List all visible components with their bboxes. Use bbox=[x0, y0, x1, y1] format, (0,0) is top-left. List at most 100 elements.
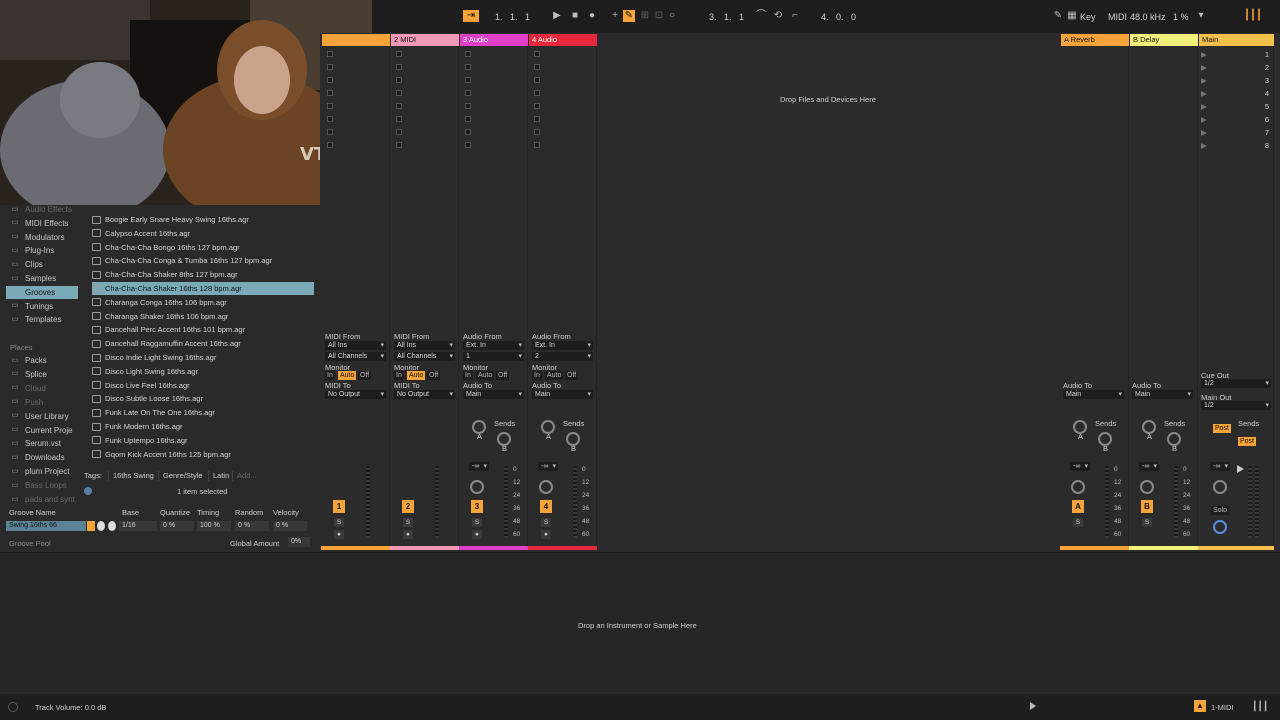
solo-button[interactable]: S bbox=[403, 518, 413, 527]
follow-icon[interactable]: ⇥ bbox=[463, 10, 479, 22]
browser-place-9[interactable]: ▭ Bass Loops bbox=[10, 479, 67, 492]
return-activator-A[interactable]: A bbox=[1072, 500, 1084, 513]
browser-category-0[interactable]: ▭ Audio Effects bbox=[10, 203, 72, 216]
browser-place-10[interactable]: ▭ pads and synt bbox=[10, 493, 75, 506]
clip-stop-button[interactable] bbox=[465, 142, 471, 148]
clip-stop-button[interactable] bbox=[327, 103, 333, 109]
track-activator-2[interactable]: 2 bbox=[402, 500, 414, 513]
scene-4[interactable]: ▶ 4 bbox=[1201, 89, 1269, 98]
clip-stop-button[interactable] bbox=[327, 64, 333, 70]
tag-2[interactable]: Latin bbox=[208, 471, 233, 481]
monitor-in[interactable]: In bbox=[532, 371, 542, 380]
clip-stop-button[interactable] bbox=[396, 90, 402, 96]
clip-stop-button[interactable] bbox=[396, 129, 402, 135]
scene-2[interactable]: ▶ 2 bbox=[1201, 63, 1269, 72]
return-header-B[interactable]: B Delay bbox=[1130, 34, 1198, 46]
punch-out-icon[interactable]: ⌐ bbox=[789, 10, 801, 22]
tag-0[interactable]: 16ths Swing bbox=[108, 471, 158, 481]
solo-button[interactable]: S bbox=[1073, 518, 1083, 527]
browser-place-0[interactable]: ▭ Packs bbox=[10, 354, 47, 367]
track-activator-1[interactable]: 1 bbox=[333, 500, 345, 513]
browser-file-item[interactable]: Boogie Early Snare Heavy Swing 16ths.agr bbox=[92, 213, 314, 226]
browser-place-8[interactable]: ▭ plum Project bbox=[10, 465, 70, 478]
return-header-A[interactable]: A Reverb bbox=[1061, 34, 1129, 46]
output-select[interactable]: No Output bbox=[394, 390, 455, 399]
play-icon[interactable] bbox=[1030, 702, 1036, 710]
scene-launch-icon[interactable]: ▶ bbox=[1201, 141, 1207, 150]
metronome-icon[interactable]: ○ bbox=[666, 10, 678, 22]
monitor-auto[interactable]: Auto bbox=[545, 371, 564, 380]
browser-file-item[interactable]: Disco Live Feel 16ths.agr bbox=[92, 379, 314, 392]
clip-stop-button[interactable] bbox=[465, 51, 471, 57]
clip-stop-button[interactable] bbox=[534, 142, 540, 148]
clip-stop-button[interactable] bbox=[327, 77, 333, 83]
clip-stop-button[interactable] bbox=[327, 51, 333, 57]
track-header-3[interactable]: 3 Audio bbox=[460, 34, 528, 46]
browser-place-4[interactable]: ▭ User Library bbox=[10, 410, 69, 423]
groove-quantize[interactable]: 0 % bbox=[160, 521, 194, 531]
browser-file-item[interactable]: Cha-Cha-Cha Conga & Tumba 16ths 127 bpm.… bbox=[92, 254, 314, 267]
browser-file-item[interactable]: Dancehall Perc Accent 16ths 101 bpm.agr bbox=[92, 323, 314, 336]
input-type-select[interactable]: All Ins bbox=[394, 341, 455, 350]
groove-name[interactable]: Swing 16ths 66 bbox=[6, 521, 86, 531]
browser-category-3[interactable]: ▭ Plug-Ins bbox=[10, 244, 55, 257]
clip-stop-button[interactable] bbox=[465, 77, 471, 83]
punch-in-icon[interactable]: ⌒ bbox=[755, 10, 767, 22]
return-activator-B[interactable]: B bbox=[1141, 500, 1153, 513]
pan-knob[interactable] bbox=[470, 480, 484, 494]
monitor-in[interactable]: In bbox=[325, 371, 335, 380]
main-track-header[interactable]: Main bbox=[1199, 34, 1274, 46]
capture-icon[interactable]: ⊡ bbox=[653, 10, 665, 22]
monitor-off[interactable]: Off bbox=[496, 371, 510, 380]
loop-switch-icon[interactable]: ⟲ bbox=[772, 10, 784, 22]
groove-hot-swap-icon[interactable] bbox=[87, 521, 95, 531]
monitor-off[interactable]: Off bbox=[565, 371, 579, 380]
browser-file-item[interactable]: Charanga Conga 16ths 106 bpm.agr bbox=[92, 296, 314, 309]
monitor-auto[interactable]: Auto bbox=[407, 371, 426, 380]
stop-button[interactable]: ■ bbox=[569, 10, 581, 22]
browser-place-5[interactable]: ▭ Current Proje bbox=[10, 424, 73, 437]
solo-button[interactable]: S bbox=[472, 518, 482, 527]
meter-toggle-icon[interactable]: ┃┃┃ bbox=[1252, 701, 1268, 712]
solo-button[interactable]: S bbox=[334, 518, 344, 527]
clip-stop-button[interactable] bbox=[465, 129, 471, 135]
session-record-icon[interactable]: ⊞ bbox=[639, 10, 651, 22]
browser-category-8[interactable]: ▭ Templates bbox=[10, 313, 62, 326]
clip-stop-button[interactable] bbox=[396, 116, 402, 122]
clip-stop-button[interactable] bbox=[396, 51, 402, 57]
solo-button[interactable]: S bbox=[541, 518, 551, 527]
keyboard-icon[interactable]: ▦ bbox=[1066, 10, 1078, 22]
monitor-in[interactable]: In bbox=[463, 371, 473, 380]
track-activator-3[interactable]: 3 bbox=[471, 500, 483, 513]
main-post-b[interactable]: Post bbox=[1238, 437, 1257, 446]
track-header-4[interactable]: 4 Audio bbox=[529, 34, 597, 46]
scene-launch-icon[interactable]: ▶ bbox=[1201, 76, 1207, 85]
scene-launch-icon[interactable]: ▶ bbox=[1201, 50, 1207, 59]
song-position[interactable]: 1. 1. 1 bbox=[495, 12, 530, 22]
monitor-in[interactable]: In bbox=[394, 371, 404, 380]
clip-stop-button[interactable] bbox=[534, 103, 540, 109]
arm-icon[interactable]: ● bbox=[334, 530, 344, 539]
browser-file-item[interactable]: Funk Late On The One 16ths.agr bbox=[92, 406, 314, 419]
monitor-auto[interactable]: Auto bbox=[476, 371, 495, 380]
clip-stop-button[interactable] bbox=[327, 142, 333, 148]
browser-file-item[interactable]: Charanga Shaker 16ths 106 bpm.agr bbox=[92, 310, 314, 323]
browser-file-item[interactable]: Calypso Accent 16ths.agr bbox=[92, 227, 314, 240]
scene-1[interactable]: ▶ 1 bbox=[1201, 50, 1269, 59]
pan-knob[interactable] bbox=[1071, 480, 1085, 494]
clip-stop-button[interactable] bbox=[465, 116, 471, 122]
input-channel-select[interactable]: All Channels bbox=[325, 352, 386, 361]
browser-place-6[interactable]: ▭ Serum.vst bbox=[10, 437, 61, 450]
main-post-a[interactable]: Post bbox=[1213, 424, 1232, 433]
browser-category-4[interactable]: ▭ Clips bbox=[10, 258, 43, 271]
clip-stop-button[interactable] bbox=[534, 90, 540, 96]
monitor-off[interactable]: Off bbox=[358, 371, 372, 380]
automation-arm-icon[interactable]: ✎ bbox=[623, 10, 635, 22]
groove-extract-icon[interactable] bbox=[108, 521, 116, 531]
track-volume[interactable]: -∞ bbox=[469, 462, 489, 471]
clip-stop-button[interactable] bbox=[465, 64, 471, 70]
browser-category-5[interactable]: ▭ Samples bbox=[10, 272, 56, 285]
track-header-2[interactable]: 2 MIDI bbox=[391, 34, 459, 46]
main-solo-button[interactable]: Solo bbox=[1211, 506, 1230, 515]
clip-stop-button[interactable] bbox=[396, 103, 402, 109]
